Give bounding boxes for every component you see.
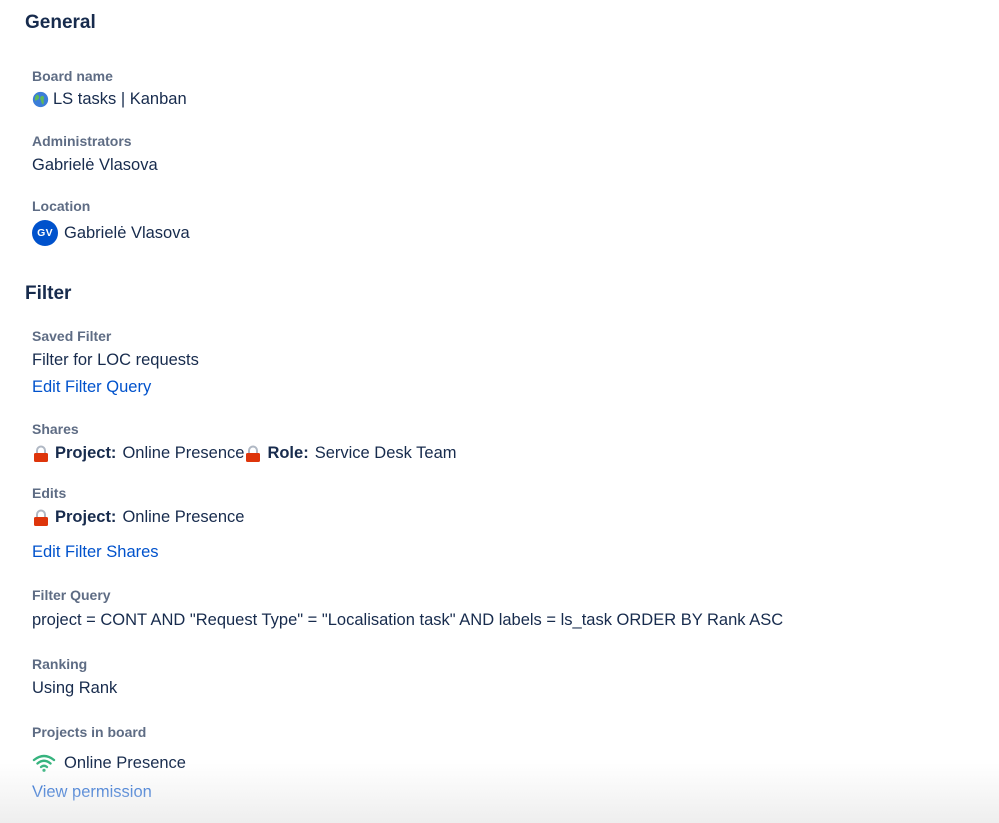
edit-project-value: Online Presence xyxy=(122,508,245,526)
location-owner-name: Gabrielė Vlasova xyxy=(64,223,190,242)
filter-section-title: Filter xyxy=(25,283,72,304)
board-settings-page: General Board name LS tasks | Kanban Adm… xyxy=(0,0,999,823)
ranking-label: Ranking xyxy=(32,656,88,672)
lock-icon xyxy=(34,445,48,462)
wifi-icon xyxy=(32,754,56,772)
administrators-label: Administrators xyxy=(32,133,132,149)
ranking-value: Using Rank xyxy=(32,679,118,697)
share-role-key: Role: xyxy=(267,444,309,462)
edit-project-key: Project: xyxy=(55,508,117,526)
board-name-value: LS tasks | Kanban xyxy=(32,90,187,109)
location-label: Location xyxy=(32,198,91,214)
location-value: GV Gabrielė Vlasova xyxy=(32,220,190,246)
share-project-value: Online Presence xyxy=(122,444,245,462)
filter-query-value: project = CONT AND "Request Type" = "Loc… xyxy=(32,611,784,629)
shares-label: Shares xyxy=(32,421,79,437)
edits-label: Edits xyxy=(32,485,67,501)
view-permission-link[interactable]: View permission xyxy=(32,783,152,802)
filter-query-label: Filter Query xyxy=(32,587,111,603)
saved-filter-value: Filter for LOC requests xyxy=(32,351,199,369)
projects-in-board-label: Projects in board xyxy=(32,724,147,740)
board-name-text: LS tasks | Kanban xyxy=(53,90,187,108)
project-name[interactable]: Online Presence xyxy=(64,754,186,773)
avatar[interactable]: GV xyxy=(32,220,58,246)
share-project-key: Project: xyxy=(55,444,117,462)
edit-filter-query-link[interactable]: Edit Filter Query xyxy=(32,378,151,397)
general-section-title: General xyxy=(25,12,96,33)
board-name-label: Board name xyxy=(32,68,113,84)
globe-icon xyxy=(32,91,49,108)
lock-icon xyxy=(34,509,48,526)
shares-value: Project: Online Presence Role: Service D… xyxy=(32,444,457,463)
saved-filter-label: Saved Filter xyxy=(32,328,112,344)
edit-filter-shares-link[interactable]: Edit Filter Shares xyxy=(32,543,159,562)
edits-value: Project: Online Presence xyxy=(32,508,244,527)
projects-in-board-value: Online Presence xyxy=(32,753,186,773)
administrators-value: Gabrielė Vlasova xyxy=(32,156,158,174)
lock-icon xyxy=(246,445,261,462)
share-role-value: Service Desk Team xyxy=(314,444,457,462)
